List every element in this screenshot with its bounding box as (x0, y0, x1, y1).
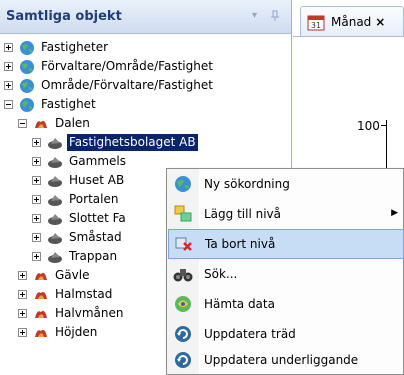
tab-label: Månad (331, 14, 372, 29)
y-axis-tick-label: 100 (357, 119, 380, 133)
tab-divider (293, 36, 404, 37)
tree-item-forvaltare-omrade-fastighet[interactable]: Förvaltare/Område/Fastighet (0, 57, 291, 76)
expand-icon[interactable] (32, 214, 41, 223)
property-icon (48, 156, 62, 168)
globe-icon (20, 78, 34, 93)
binoculars-icon (173, 269, 193, 282)
tree-item-fastighet[interactable]: Fastighet (0, 95, 291, 114)
menu-item-label: Ny sökordning (204, 177, 290, 191)
menu-item-lagg-till-niva[interactable]: Lägg till nivå ▶ (168, 199, 404, 229)
panel-title: Samtliga objekt (6, 9, 122, 24)
tree-item-label: Fastighet (41, 97, 96, 111)
expand-icon[interactable] (18, 328, 27, 337)
globe-icon (20, 40, 34, 55)
property-icon (48, 137, 62, 149)
expand-icon[interactable] (4, 62, 13, 71)
property-icon (48, 175, 62, 187)
menu-item-ny-sokordning[interactable]: Ny sökordning (168, 169, 404, 199)
tree-item-label: Portalen (69, 192, 119, 206)
tree-item-label: Område/Förvaltare/Fastighet (41, 78, 213, 92)
area-icon (35, 310, 47, 318)
submenu-arrow-icon: ▶ (391, 208, 398, 218)
area-icon (35, 120, 47, 128)
tree-item-dalen[interactable]: Dalen (0, 114, 291, 133)
tree-item-label: Huset AB (69, 173, 125, 187)
globe-icon (175, 176, 191, 192)
expand-icon[interactable] (32, 233, 41, 242)
tree-item-label: Trappan (69, 249, 118, 263)
expand-icon[interactable] (32, 138, 41, 147)
refresh-icon (175, 352, 191, 368)
tree-item-label: Höjden (55, 325, 98, 339)
area-icon (35, 329, 47, 337)
tab-close-button[interactable]: × (375, 15, 385, 29)
tree-item-label: Fastighetsbolaget AB (67, 134, 198, 151)
tree-item-label: Fastigheter (41, 40, 109, 54)
panel-header: Samtliga objekt ▾ (0, 0, 291, 34)
tree-item-label: Dalen (55, 116, 90, 130)
menu-item-label: Lägg till nivå (204, 207, 282, 221)
expand-icon[interactable] (18, 290, 27, 299)
menu-item-label: Sök... (204, 267, 238, 281)
menu-item-sok[interactable]: Sök... (168, 259, 404, 289)
menu-item-hamta-data[interactable]: Hämta data (168, 289, 404, 319)
menu-item-label: Hämta data (204, 297, 275, 311)
menu-item-label: Ta bort nivå (205, 237, 276, 251)
tree-item-label: Gammels (69, 154, 126, 168)
fetch-data-icon (175, 296, 191, 312)
area-icon (35, 291, 47, 299)
menu-item-label: Uppdatera träd (204, 327, 296, 341)
property-icon (48, 251, 62, 263)
property-icon (48, 213, 62, 225)
tree-item-label: Halmstad (55, 287, 113, 301)
svg-text:31: 31 (311, 21, 321, 30)
expand-icon[interactable] (4, 43, 13, 52)
expand-icon[interactable] (32, 195, 41, 204)
calendar-icon: 31 (307, 15, 325, 30)
pin-icon[interactable] (270, 10, 280, 25)
area-icon (35, 272, 47, 280)
globe-icon (20, 59, 34, 74)
tree-item-label: Halvmånen (55, 306, 124, 320)
tab-manad[interactable]: 31 Månad × (300, 6, 404, 36)
tree-item-label: Förvaltare/Område/Fastighet (41, 59, 213, 73)
collapse-icon[interactable] (18, 119, 27, 128)
menu-item-label: Uppdatera underliggande (204, 353, 359, 367)
tree-item-label: Småstad (69, 230, 122, 244)
expand-icon[interactable] (18, 309, 27, 318)
add-level-icon (174, 205, 192, 222)
tree-item-label: Gävle (55, 268, 90, 282)
menu-item-uppdatera-underliggande[interactable]: Uppdatera underliggande (168, 345, 404, 375)
property-icon (48, 194, 62, 206)
expand-icon[interactable] (4, 81, 13, 90)
tree-item-fastighetsbolaget[interactable]: Fastighetsbolaget AB (0, 133, 291, 152)
expand-icon[interactable] (32, 176, 41, 185)
tree-item-omrade-forvaltare-fastighet[interactable]: Område/Förvaltare/Fastighet (0, 76, 291, 95)
expand-icon[interactable] (32, 157, 41, 166)
context-menu: Ny sökordning Lägg till nivå ▶ Ta bort n… (166, 168, 404, 375)
refresh-icon (175, 326, 191, 342)
collapse-icon[interactable] (4, 100, 13, 109)
tree-item-fastigheter[interactable]: Fastigheter (0, 38, 291, 57)
expand-icon[interactable] (18, 271, 27, 280)
tree-item-label: Slottet Fa (69, 211, 126, 225)
globe-icon (20, 97, 34, 112)
panel-dropdown-button[interactable]: ▾ (252, 10, 257, 21)
menu-item-ta-bort-niva[interactable]: Ta bort nivå (168, 229, 404, 259)
property-icon (48, 232, 62, 244)
remove-level-icon (175, 237, 192, 251)
expand-icon[interactable] (32, 252, 41, 261)
